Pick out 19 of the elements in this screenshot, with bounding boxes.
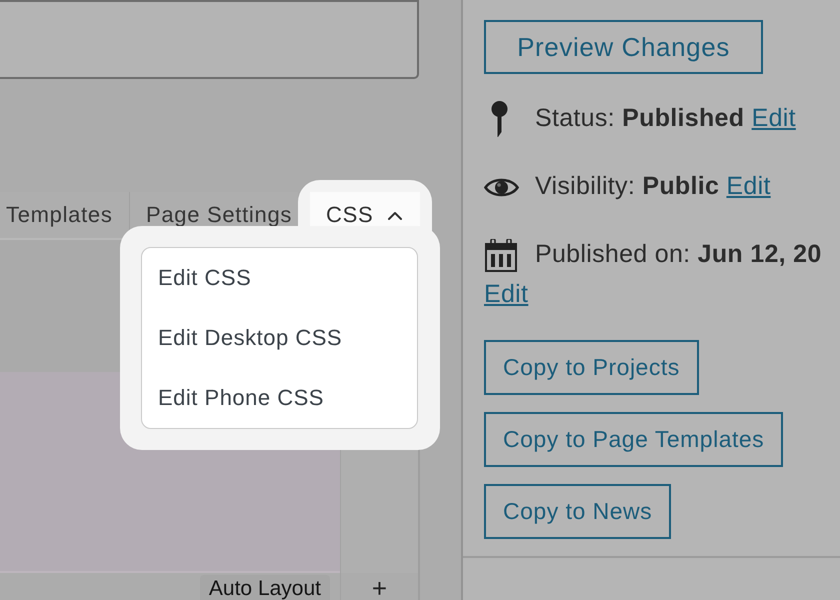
meta-text: Status: Published [535, 104, 744, 132]
eye-icon [484, 176, 519, 199]
preview-changes-button[interactable]: Preview Changes [484, 20, 763, 74]
copy-button[interactable]: Copy to Projects [484, 340, 699, 395]
menu-item[interactable]: Edit Phone CSS [142, 368, 417, 428]
edit-link[interactable]: Edit [752, 104, 796, 132]
layout-badge: Auto Layout [200, 575, 330, 600]
edit-link[interactable]: Edit [726, 172, 771, 200]
text-field[interactable] [0, 0, 419, 79]
calendar-icon [485, 238, 517, 272]
pin-icon [491, 101, 508, 138]
meta-text: Visibility: Public [535, 172, 720, 200]
copy-button[interactable]: Copy to Page Templates [484, 412, 784, 467]
copy-button[interactable]: Copy to News [484, 484, 672, 539]
menu-item[interactable]: Edit CSS [142, 248, 417, 308]
menu-item[interactable]: Edit Desktop CSS [142, 308, 417, 368]
meta-text: Published on: Jun 12, 20 [535, 240, 822, 268]
edit-link[interactable]: Edit [484, 280, 528, 308]
add-button[interactable]: + [372, 576, 388, 600]
